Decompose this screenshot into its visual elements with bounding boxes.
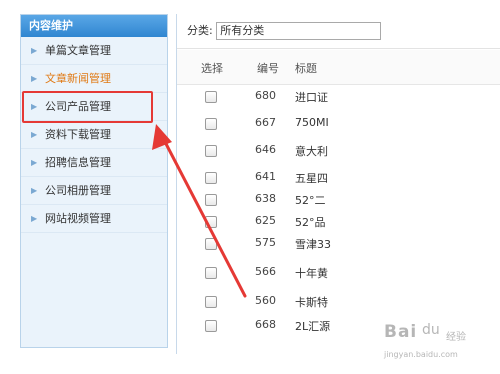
row-number: 646 <box>255 143 276 156</box>
sidebar-item-single-article[interactable]: ▶ 单篇文章管理 <box>21 37 167 65</box>
triangle-right-icon: ▶ <box>31 158 38 167</box>
watermark-url: jingyan.baidu.com <box>384 350 458 359</box>
category-select[interactable]: 所有分类 <box>216 22 382 40</box>
triangle-right-icon: ▶ <box>31 214 38 223</box>
sidebar-item-album[interactable]: ▶ 公司相册管理 <box>21 177 167 205</box>
main-panel: 分类: 所有分类 选择 编号 标题 680 进口证 667 750MI 646 … <box>176 14 500 354</box>
triangle-right-icon: ▶ <box>31 130 38 139</box>
sidebar-item-recruitment[interactable]: ▶ 招聘信息管理 <box>21 149 167 177</box>
row-number: 575 <box>255 236 276 249</box>
column-header-title: 标题 <box>295 62 317 75</box>
row-checkbox[interactable] <box>205 216 217 228</box>
row-checkbox[interactable] <box>205 267 217 279</box>
row-title[interactable]: 卡斯特 <box>295 294 335 310</box>
sidebar-item-label: 资料下载管理 <box>45 128 111 141</box>
triangle-right-icon: ▶ <box>31 74 38 83</box>
row-title[interactable]: 意大利 <box>295 143 335 159</box>
table-row: 625 52°品 <box>177 211 500 233</box>
row-checkbox[interactable] <box>205 145 217 157</box>
row-number: 560 <box>255 294 276 307</box>
sidebar-item-label: 文章新闻管理 <box>45 72 111 85</box>
watermark-logo: Bai du 经验 jingyan.baidu.com <box>384 322 494 366</box>
watermark-brand: Bai <box>384 322 418 342</box>
table-row: 680 进口证 <box>177 86 500 108</box>
triangle-right-icon: ▶ <box>31 186 38 195</box>
row-number: 566 <box>255 265 276 278</box>
annotation-highlight-box <box>22 91 153 123</box>
row-title[interactable]: 十年黄 <box>295 265 335 281</box>
table-row: 667 750MI <box>177 113 500 135</box>
row-number: 638 <box>255 192 276 205</box>
row-checkbox[interactable] <box>205 194 217 206</box>
row-title[interactable]: 750MI <box>295 116 335 129</box>
row-title[interactable]: 2L汇源 <box>295 318 335 334</box>
category-filter: 分类: 所有分类 <box>177 14 500 49</box>
table-row: 641 五星四 <box>177 167 500 189</box>
row-checkbox[interactable] <box>205 91 217 103</box>
table-row: 560 卡斯特 <box>177 291 500 313</box>
table-header: 选择 编号 标题 <box>177 50 500 85</box>
table-row: 646 意大利 <box>177 140 500 162</box>
triangle-right-icon: ▶ <box>31 46 38 55</box>
row-number: 680 <box>255 89 276 102</box>
row-checkbox[interactable] <box>205 118 217 130</box>
row-title[interactable]: 雪津33 <box>295 236 335 252</box>
sidebar-item-downloads[interactable]: ▶ 资料下载管理 <box>21 121 167 149</box>
row-title[interactable]: 五星四 <box>295 170 335 186</box>
watermark-sub: 经验 <box>446 332 466 343</box>
column-header-select: 选择 <box>201 62 223 75</box>
screenshot-stage: 内容维护 ▶ 单篇文章管理 ▶ 文章新闻管理 ▶ 公司产品管理 ▶ 资料下载管理 ▶ 招聘… <box>0 0 500 374</box>
watermark-paw: du <box>422 322 440 338</box>
row-number: 625 <box>255 214 276 227</box>
row-title[interactable]: 52°二 <box>295 192 335 208</box>
sidebar-item-label: 公司相册管理 <box>45 184 111 197</box>
row-number: 668 <box>255 318 276 331</box>
row-checkbox[interactable] <box>205 296 217 308</box>
row-title[interactable]: 进口证 <box>295 89 335 105</box>
table-row: 575 雪津33 <box>177 233 500 255</box>
row-checkbox[interactable] <box>205 238 217 250</box>
sidebar-title: 内容维护 <box>21 15 167 37</box>
row-title[interactable]: 52°品 <box>295 214 335 230</box>
sidebar-item-videos[interactable]: ▶ 网站视频管理 <box>21 205 167 233</box>
table-row: 566 十年黄 <box>177 262 500 284</box>
sidebar-item-label: 网站视频管理 <box>45 212 111 225</box>
sidebar-menu: ▶ 单篇文章管理 ▶ 文章新闻管理 ▶ 公司产品管理 ▶ 资料下载管理 ▶ 招聘信息管理 … <box>21 37 167 233</box>
sidebar: 内容维护 ▶ 单篇文章管理 ▶ 文章新闻管理 ▶ 公司产品管理 ▶ 资料下载管理 ▶ 招聘… <box>20 14 168 348</box>
sidebar-item-label: 单篇文章管理 <box>45 44 111 57</box>
sidebar-item-news[interactable]: ▶ 文章新闻管理 <box>21 65 167 93</box>
row-checkbox[interactable] <box>205 172 217 184</box>
row-checkbox[interactable] <box>205 320 217 332</box>
category-filter-label: 分类: <box>187 24 213 37</box>
sidebar-item-label: 招聘信息管理 <box>45 156 111 169</box>
table-row: 638 52°二 <box>177 189 500 211</box>
row-number: 641 <box>255 170 276 183</box>
row-number: 667 <box>255 116 276 129</box>
column-header-number: 编号 <box>257 62 279 75</box>
